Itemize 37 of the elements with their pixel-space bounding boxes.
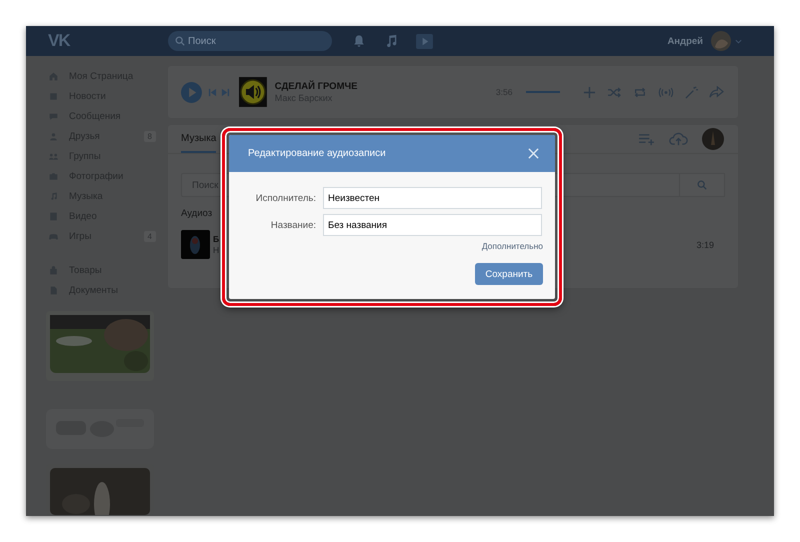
- broadcast-icon[interactable]: [658, 86, 674, 98]
- album-cover[interactable]: [181, 230, 210, 259]
- caret-icon[interactable]: [735, 38, 742, 44]
- music-note-icon[interactable]: [384, 34, 398, 48]
- magic-wand-icon[interactable]: [685, 86, 698, 98]
- input-field[interactable]: Без названия: [323, 214, 542, 236]
- track-title: Б: [213, 234, 220, 244]
- bell-icon[interactable]: [352, 34, 366, 48]
- plus-icon[interactable]: [583, 86, 596, 98]
- search-icon: [175, 36, 185, 46]
- avatar[interactable]: [711, 31, 731, 51]
- tab[interactable]: Музыка: [181, 125, 216, 153]
- next-icon[interactable]: [220, 88, 230, 96]
- avatar[interactable]: [702, 128, 724, 150]
- input-field[interactable]: Неизвестен: [323, 187, 542, 209]
- search-field[interactable]: Поиск: [168, 31, 332, 51]
- user-name[interactable]: Андрей: [667, 36, 703, 46]
- play-button[interactable]: [181, 82, 202, 102]
- close-icon[interactable]: [528, 148, 539, 159]
- video-icon[interactable]: [416, 34, 433, 48]
- speaker-icon: [238, 77, 267, 107]
- upload-cloud-icon[interactable]: [669, 132, 688, 146]
- repeat-icon[interactable]: [633, 86, 648, 98]
- section-title: Аудиоз: [181, 208, 214, 219]
- save-button[interactable]: Сохранить: [475, 263, 543, 285]
- logo[interactable]: VK: [48, 31, 168, 51]
- dialog-title: Редактирование аудиозаписи: [248, 148, 387, 159]
- add-playlist-icon[interactable]: [638, 132, 655, 146]
- share-icon[interactable]: [709, 86, 724, 98]
- shuffle-icon[interactable]: [607, 86, 622, 98]
- search-button[interactable]: [680, 173, 725, 197]
- search-icon: [697, 180, 707, 190]
- previous-icon[interactable]: [208, 88, 217, 96]
- field-label: Название:: [270, 220, 316, 230]
- more-link[interactable]: Дополнительно: [482, 241, 543, 251]
- track-title: СДЕЛАЙ ГРОМЧЕ: [274, 81, 358, 92]
- field-label: Исполнитель:: [254, 192, 316, 204]
